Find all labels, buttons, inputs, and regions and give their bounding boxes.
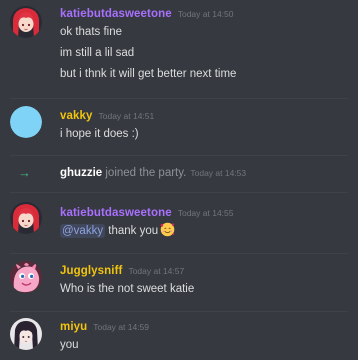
message-timestamp: Today at 14:51 [98, 111, 155, 121]
user-avatar[interactable] [10, 202, 42, 234]
message-timestamp: Today at 14:57 [128, 266, 185, 276]
user-mention[interactable]: @vakky [60, 224, 106, 238]
message-text: Who is the not sweet katie [60, 283, 195, 295]
message-group: katiebutdasweetone Today at 14:50 ok that… [0, 0, 358, 92]
message-divider [10, 155, 348, 156]
message-username[interactable]: katiebutdasweetone [60, 207, 172, 219]
message-timestamp: Today at 14:55 [177, 208, 234, 218]
message-divider [10, 192, 348, 193]
user-avatar[interactable] [10, 261, 42, 293]
dark-haired-anime-girl-icon [10, 318, 42, 350]
pink-creature-icon [10, 261, 42, 293]
message-group: katiebutdasweetone Today at 14:55 @vakky … [0, 200, 358, 248]
message-group: miyu Today at 14:59 you [0, 315, 358, 360]
user-avatar[interactable] [10, 318, 42, 350]
message-username[interactable]: katiebutdasweetone [60, 8, 172, 20]
message-divider [10, 98, 348, 99]
message-text: im still a lil sad [60, 47, 135, 59]
smiling-face-with-hearts-emoji [160, 222, 175, 237]
message-group: Jugglysniff Today at 14:57 Who is the not… [0, 258, 358, 306]
message-content: @vakky thank you [60, 221, 354, 242]
red-haired-anime-girl-icon [10, 202, 42, 234]
message-text: but i thnk it will get better next time [60, 68, 237, 80]
chat-messages: katiebutdasweetone Today at 14:50 ok that… [0, 0, 358, 360]
message-group: vakky Today at 14:51 i hope it does :) [0, 104, 358, 148]
light-blue-circle-icon [10, 106, 42, 138]
join-timestamp: Today at 14:53 [190, 168, 247, 178]
message-timestamp: Today at 14:50 [177, 9, 234, 19]
user-avatar[interactable] [10, 6, 42, 38]
message-text: i hope it does :) [60, 128, 139, 140]
message-username[interactable]: vakky [60, 110, 92, 122]
message-username[interactable]: miyu [60, 321, 87, 333]
message-text: thank you [105, 225, 159, 237]
red-haired-anime-girl-icon [10, 6, 42, 38]
message-text: you [60, 339, 79, 351]
message-divider [10, 311, 348, 312]
message-divider [10, 253, 348, 254]
join-text: joined the party. [102, 167, 187, 179]
message-text: ok thats fine [60, 26, 123, 38]
user-avatar[interactable] [10, 106, 42, 138]
message-username[interactable]: Jugglysniff [60, 265, 122, 277]
message-timestamp: Today at 14:59 [93, 322, 150, 332]
system-join-message: → ghuzzie joined the party. Today at 14:5… [0, 163, 358, 183]
join-arrow-icon: → [18, 165, 31, 180]
join-username[interactable]: ghuzzie [60, 167, 102, 179]
